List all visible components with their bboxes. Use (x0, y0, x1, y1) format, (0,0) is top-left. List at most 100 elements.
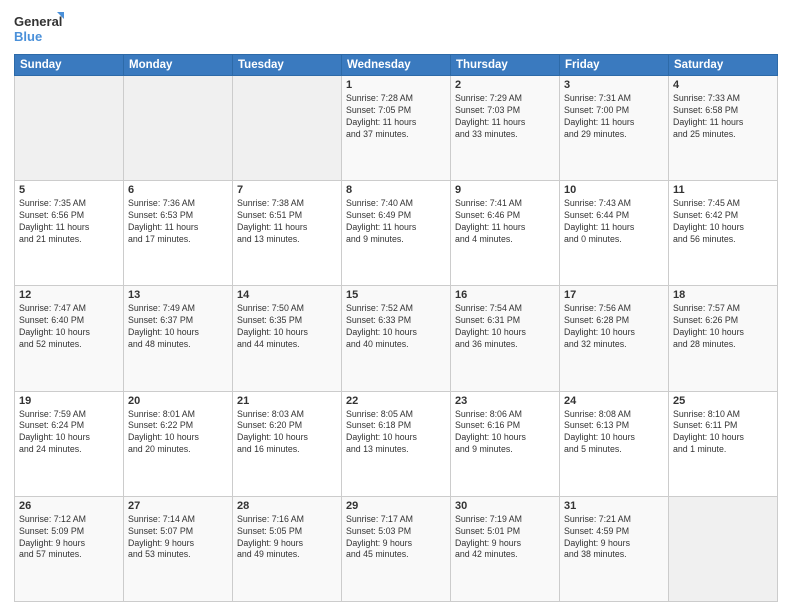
calendar-cell: 22 Sunrise: 8:05 AMSunset: 6:18 PMDayligh… (342, 391, 451, 496)
day-info: Sunrise: 7:31 AMSunset: 7:00 PMDaylight:… (564, 93, 664, 141)
day-number: 17 (564, 289, 664, 301)
day-info: Sunrise: 7:14 AMSunset: 5:07 PMDaylight:… (128, 514, 228, 562)
calendar-cell: 7 Sunrise: 7:38 AMSunset: 6:51 PMDaylight… (233, 181, 342, 286)
logo: General Blue (14, 10, 64, 46)
day-info: Sunrise: 7:45 AMSunset: 6:42 PMDaylight:… (673, 198, 773, 246)
dow-header-thursday: Thursday (451, 55, 560, 76)
calendar-cell: 9 Sunrise: 7:41 AMSunset: 6:46 PMDaylight… (451, 181, 560, 286)
calendar-cell: 27 Sunrise: 7:14 AMSunset: 5:07 PMDayligh… (124, 496, 233, 601)
calendar-cell: 20 Sunrise: 8:01 AMSunset: 6:22 PMDayligh… (124, 391, 233, 496)
day-number: 1 (346, 79, 446, 91)
day-number: 20 (128, 395, 228, 407)
day-number: 26 (19, 500, 119, 512)
logo-svg: General Blue (14, 10, 64, 46)
day-info: Sunrise: 7:56 AMSunset: 6:28 PMDaylight:… (564, 303, 664, 351)
dow-header-saturday: Saturday (669, 55, 778, 76)
day-info: Sunrise: 7:35 AMSunset: 6:56 PMDaylight:… (19, 198, 119, 246)
day-info: Sunrise: 7:12 AMSunset: 5:09 PMDaylight:… (19, 514, 119, 562)
calendar-cell: 18 Sunrise: 7:57 AMSunset: 6:26 PMDayligh… (669, 286, 778, 391)
calendar-cell: 1Sunrise: 7:28 AMSunset: 7:05 PMDaylight… (342, 76, 451, 181)
day-info: Sunrise: 8:03 AMSunset: 6:20 PMDaylight:… (237, 409, 337, 457)
day-info: Sunrise: 7:41 AMSunset: 6:46 PMDaylight:… (455, 198, 555, 246)
day-number: 13 (128, 289, 228, 301)
day-info: Sunrise: 7:33 AMSunset: 6:58 PMDaylight:… (673, 93, 773, 141)
day-info: Sunrise: 7:57 AMSunset: 6:26 PMDaylight:… (673, 303, 773, 351)
calendar-cell: 11 Sunrise: 7:45 AMSunset: 6:42 PMDayligh… (669, 181, 778, 286)
day-info: Sunrise: 7:54 AMSunset: 6:31 PMDaylight:… (455, 303, 555, 351)
svg-text:Blue: Blue (14, 29, 42, 44)
day-number: 22 (346, 395, 446, 407)
day-number: 12 (19, 289, 119, 301)
calendar-cell: 15 Sunrise: 7:52 AMSunset: 6:33 PMDayligh… (342, 286, 451, 391)
calendar-cell: 25 Sunrise: 8:10 AMSunset: 6:11 PMDayligh… (669, 391, 778, 496)
dow-header-tuesday: Tuesday (233, 55, 342, 76)
calendar-cell: 19 Sunrise: 7:59 AMSunset: 6:24 PMDayligh… (15, 391, 124, 496)
day-number: 9 (455, 184, 555, 196)
calendar-cell: 26 Sunrise: 7:12 AMSunset: 5:09 PMDayligh… (15, 496, 124, 601)
day-number: 24 (564, 395, 664, 407)
day-info: Sunrise: 8:08 AMSunset: 6:13 PMDaylight:… (564, 409, 664, 457)
header: General Blue (14, 10, 778, 46)
day-number: 19 (19, 395, 119, 407)
day-number: 27 (128, 500, 228, 512)
calendar-cell: 16 Sunrise: 7:54 AMSunset: 6:31 PMDayligh… (451, 286, 560, 391)
day-number: 31 (564, 500, 664, 512)
calendar-cell: 8Sunrise: 7:40 AMSunset: 6:49 PMDaylight… (342, 181, 451, 286)
svg-text:General: General (14, 14, 62, 29)
day-number: 21 (237, 395, 337, 407)
day-number: 5 (19, 184, 119, 196)
day-info: Sunrise: 7:29 AMSunset: 7:03 PMDaylight:… (455, 93, 555, 141)
calendar-cell (233, 76, 342, 181)
dow-header-friday: Friday (560, 55, 669, 76)
day-number: 29 (346, 500, 446, 512)
calendar-cell: 30 Sunrise: 7:19 AMSunset: 5:01 PMDayligh… (451, 496, 560, 601)
page: General Blue SundayMondayTuesdayWednesda… (0, 0, 792, 612)
day-number: 28 (237, 500, 337, 512)
calendar-cell: 31 Sunrise: 7:21 AMSunset: 4:59 PMDayligh… (560, 496, 669, 601)
day-number: 14 (237, 289, 337, 301)
day-info: Sunrise: 7:52 AMSunset: 6:33 PMDaylight:… (346, 303, 446, 351)
day-number: 10 (564, 184, 664, 196)
calendar-cell: 14Sunrise: 7:50 AMSunset: 6:35 PMDayligh… (233, 286, 342, 391)
day-info: Sunrise: 7:43 AMSunset: 6:44 PMDaylight:… (564, 198, 664, 246)
calendar-cell: 4 Sunrise: 7:33 AMSunset: 6:58 PMDaylight… (669, 76, 778, 181)
day-info: Sunrise: 8:05 AMSunset: 6:18 PMDaylight:… (346, 409, 446, 457)
day-info: Sunrise: 7:16 AMSunset: 5:05 PMDaylight:… (237, 514, 337, 562)
day-number: 11 (673, 184, 773, 196)
day-info: Sunrise: 8:01 AMSunset: 6:22 PMDaylight:… (128, 409, 228, 457)
calendar-cell: 17 Sunrise: 7:56 AMSunset: 6:28 PMDayligh… (560, 286, 669, 391)
day-number: 4 (673, 79, 773, 91)
calendar-cell: 10 Sunrise: 7:43 AMSunset: 6:44 PMDayligh… (560, 181, 669, 286)
calendar-cell (669, 496, 778, 601)
day-info: Sunrise: 7:19 AMSunset: 5:01 PMDaylight:… (455, 514, 555, 562)
day-number: 18 (673, 289, 773, 301)
calendar-cell: 28 Sunrise: 7:16 AMSunset: 5:05 PMDayligh… (233, 496, 342, 601)
calendar-cell (124, 76, 233, 181)
dow-header-sunday: Sunday (15, 55, 124, 76)
day-number: 8 (346, 184, 446, 196)
day-info: Sunrise: 7:59 AMSunset: 6:24 PMDaylight:… (19, 409, 119, 457)
calendar-cell: 21 Sunrise: 8:03 AMSunset: 6:20 PMDayligh… (233, 391, 342, 496)
calendar-cell: 6Sunrise: 7:36 AMSunset: 6:53 PMDaylight… (124, 181, 233, 286)
day-number: 16 (455, 289, 555, 301)
day-info: Sunrise: 7:49 AMSunset: 6:37 PMDaylight:… (128, 303, 228, 351)
day-number: 25 (673, 395, 773, 407)
calendar-cell: 13 Sunrise: 7:49 AMSunset: 6:37 PMDayligh… (124, 286, 233, 391)
day-info: Sunrise: 7:47 AMSunset: 6:40 PMDaylight:… (19, 303, 119, 351)
day-number: 2 (455, 79, 555, 91)
day-info: Sunrise: 8:10 AMSunset: 6:11 PMDaylight:… (673, 409, 773, 457)
day-number: 15 (346, 289, 446, 301)
day-info: Sunrise: 7:38 AMSunset: 6:51 PMDaylight:… (237, 198, 337, 246)
calendar-cell: 23Sunrise: 8:06 AMSunset: 6:16 PMDayligh… (451, 391, 560, 496)
calendar-cell (15, 76, 124, 181)
calendar-cell: 29Sunrise: 7:17 AMSunset: 5:03 PMDayligh… (342, 496, 451, 601)
day-number: 3 (564, 79, 664, 91)
day-info: Sunrise: 7:21 AMSunset: 4:59 PMDaylight:… (564, 514, 664, 562)
day-number: 23 (455, 395, 555, 407)
day-number: 30 (455, 500, 555, 512)
day-number: 7 (237, 184, 337, 196)
calendar-cell: 12 Sunrise: 7:47 AMSunset: 6:40 PMDayligh… (15, 286, 124, 391)
calendar-cell: 5 Sunrise: 7:35 AMSunset: 6:56 PMDaylight… (15, 181, 124, 286)
calendar-cell: 24 Sunrise: 8:08 AMSunset: 6:13 PMDayligh… (560, 391, 669, 496)
day-info: Sunrise: 7:36 AMSunset: 6:53 PMDaylight:… (128, 198, 228, 246)
